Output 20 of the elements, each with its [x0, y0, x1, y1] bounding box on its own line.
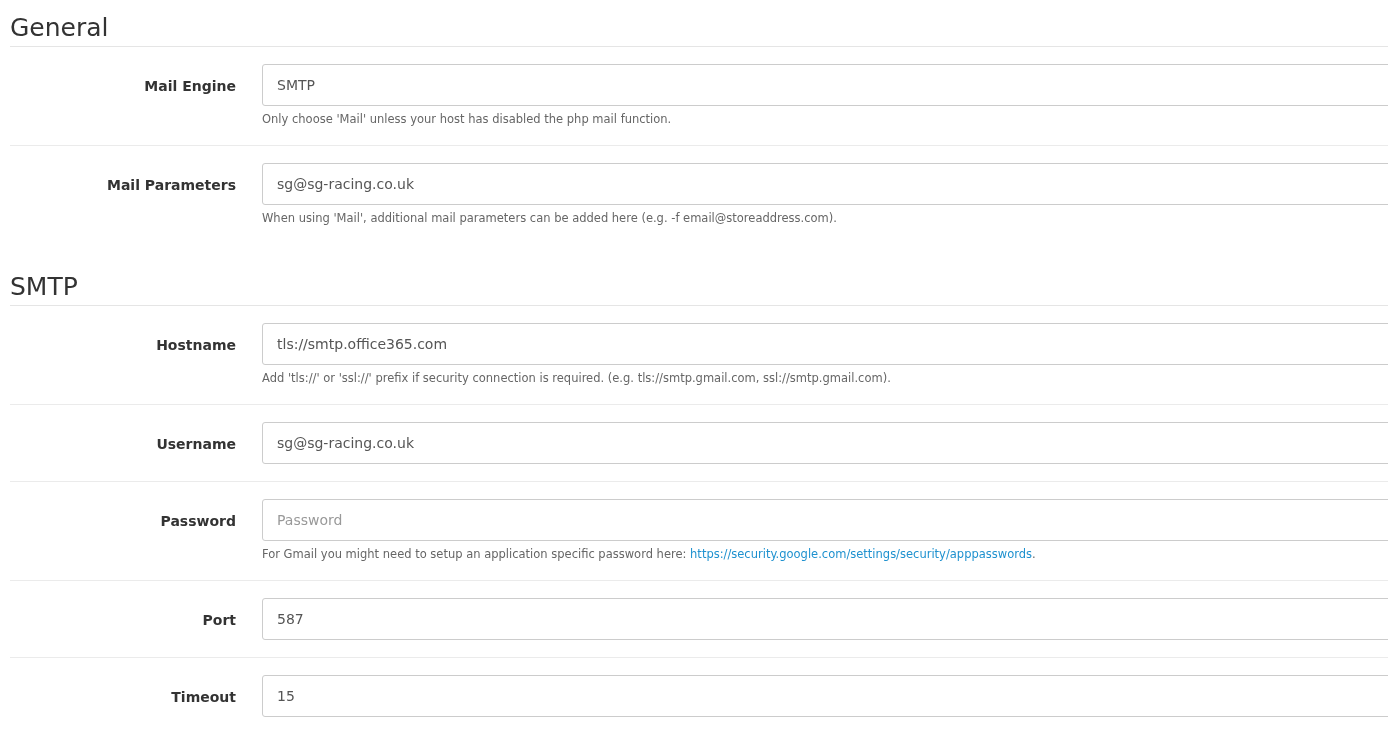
section-heading: General	[10, 12, 109, 44]
help-text: For Gmail you might need to setup an application specific password here: https://security.google.com/settings/security/apppasswords.	[262, 546, 1037, 563]
section-heading: SMTP	[10, 271, 78, 303]
field-label: Hostname	[156, 336, 236, 355]
input-field[interactable]: tls://smtp.office365.com	[262, 323, 1388, 365]
input-field[interactable]: sg@sg-racing.co.uk	[262, 163, 1388, 205]
help-text: Add 'tls://' or 'ssl://' prefix if security connection is required. (e.g. tls://smtp.gmail.com, ssl://smtp.gmail.com).	[262, 370, 892, 387]
field-label: Username	[156, 435, 236, 454]
input-field[interactable]: sg@sg-racing.co.uk	[262, 422, 1388, 464]
input-field[interactable]: Password	[262, 499, 1388, 541]
field-label: Mail Engine	[144, 77, 236, 96]
input-field[interactable]: 587	[262, 598, 1388, 640]
help-text: When using 'Mail', additional mail parameters can be added here (e.g. -f email@storeaddress.com).	[262, 210, 838, 227]
input-field[interactable]: 15	[262, 675, 1388, 717]
field-label: Password	[160, 512, 236, 531]
field-label: Port	[202, 611, 236, 630]
help-text: Only choose 'Mail' unless your host has disabled the php mail function.	[262, 111, 673, 128]
field-label: Mail Parameters	[106, 176, 236, 195]
field-label: Timeout	[171, 688, 236, 707]
input-field[interactable]: SMTP	[262, 64, 1388, 106]
